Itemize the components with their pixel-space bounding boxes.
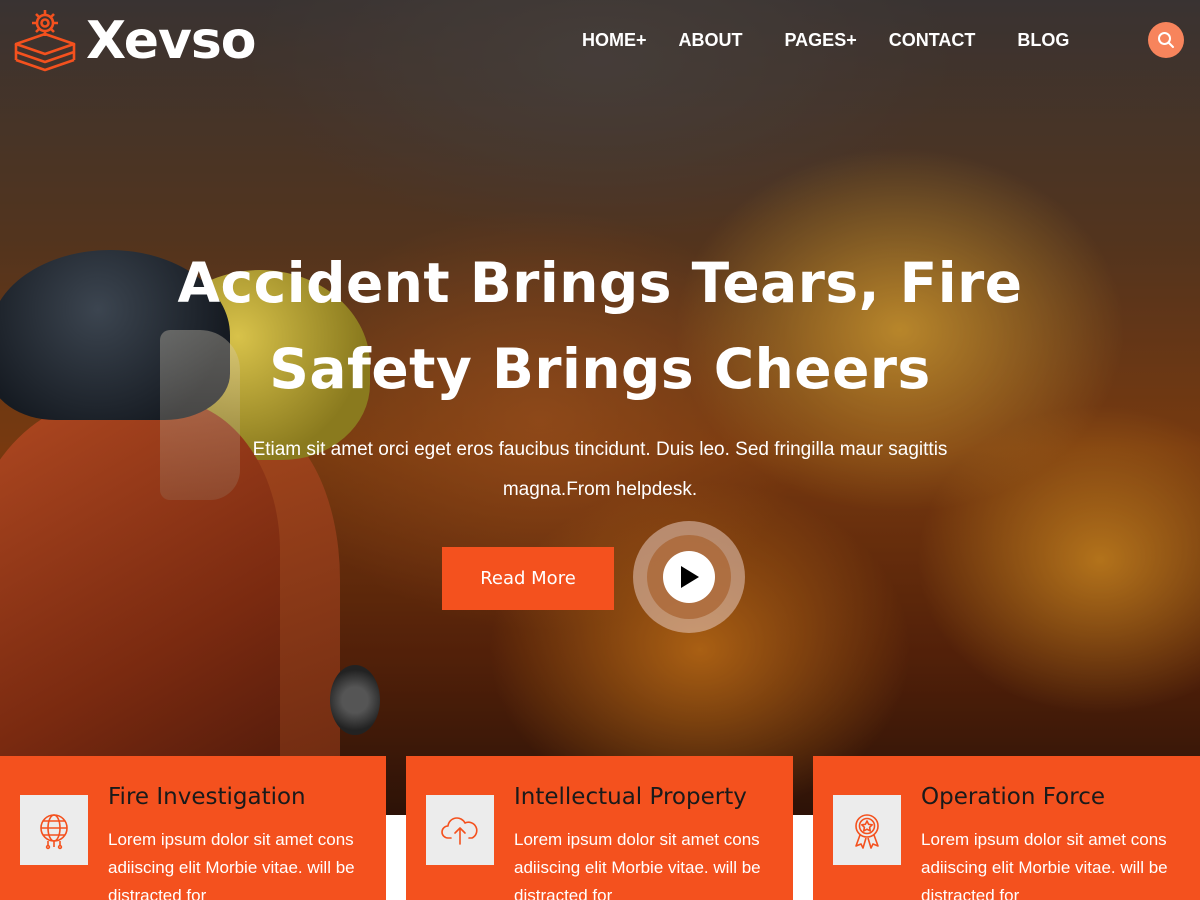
play-button-core — [663, 551, 715, 603]
card-icon-box — [426, 795, 494, 865]
logo-gear-layers-icon — [14, 10, 76, 72]
globe-circuit-icon — [40, 814, 68, 850]
card-icon-box — [833, 795, 901, 865]
feature-card-intellectual-property[interactable]: Intellectual Property Lorem ipsum dolor … — [406, 756, 793, 900]
search-button[interactable] — [1148, 22, 1184, 58]
play-button-ring — [647, 535, 731, 619]
award-badge-icon — [855, 814, 879, 849]
feature-cards: Fire Investigation Lorem ipsum dolor sit… — [0, 756, 1200, 900]
nav-item-about[interactable]: ABOUT — [679, 30, 743, 51]
card-title: Fire Investigation — [108, 784, 306, 810]
play-icon — [681, 566, 699, 588]
nav-item-home[interactable]: HOME+ — [582, 30, 647, 51]
logo[interactable]: Xevso — [12, 6, 257, 76]
feature-card-operation-force[interactable]: Operation Force Lorem ipsum dolor sit am… — [813, 756, 1200, 900]
nav-item-contact[interactable]: CONTACT — [889, 30, 976, 51]
card-title: Intellectual Property — [514, 784, 747, 810]
card-text: Lorem ipsum dolor sit amet cons adiiscin… — [921, 830, 1168, 900]
nav-item-blog[interactable]: BLOG — [1017, 30, 1069, 51]
logo-text: Xevso — [86, 11, 257, 71]
card-text: Lorem ipsum dolor sit amet cons adiiscin… — [514, 830, 761, 900]
site-header: Xevso HOME+ ABOUT PAGES+ CONTACT BLOG — [0, 0, 1200, 85]
main-nav: HOME+ ABOUT PAGES+ CONTACT BLOG — [582, 30, 1069, 51]
hero-section: Accident Brings Tears, Fire Safety Bring… — [0, 0, 1200, 815]
read-more-button[interactable]: Read More — [442, 547, 614, 610]
hero-title: Accident Brings Tears, Fire Safety Bring… — [177, 251, 1023, 401]
card-icon-box — [20, 795, 88, 865]
hero-description: Etiam sit amet orci eget eros faucibus t… — [252, 439, 948, 500]
card-text: Lorem ipsum dolor sit amet cons adiiscin… — [108, 830, 355, 900]
play-video-button[interactable] — [633, 521, 745, 633]
nav-item-pages[interactable]: PAGES+ — [785, 30, 857, 51]
card-title: Operation Force — [921, 784, 1105, 810]
search-icon — [1158, 32, 1174, 48]
feature-card-fire-investigation[interactable]: Fire Investigation Lorem ipsum dolor sit… — [0, 756, 386, 900]
cloud-upload-icon — [441, 817, 478, 845]
